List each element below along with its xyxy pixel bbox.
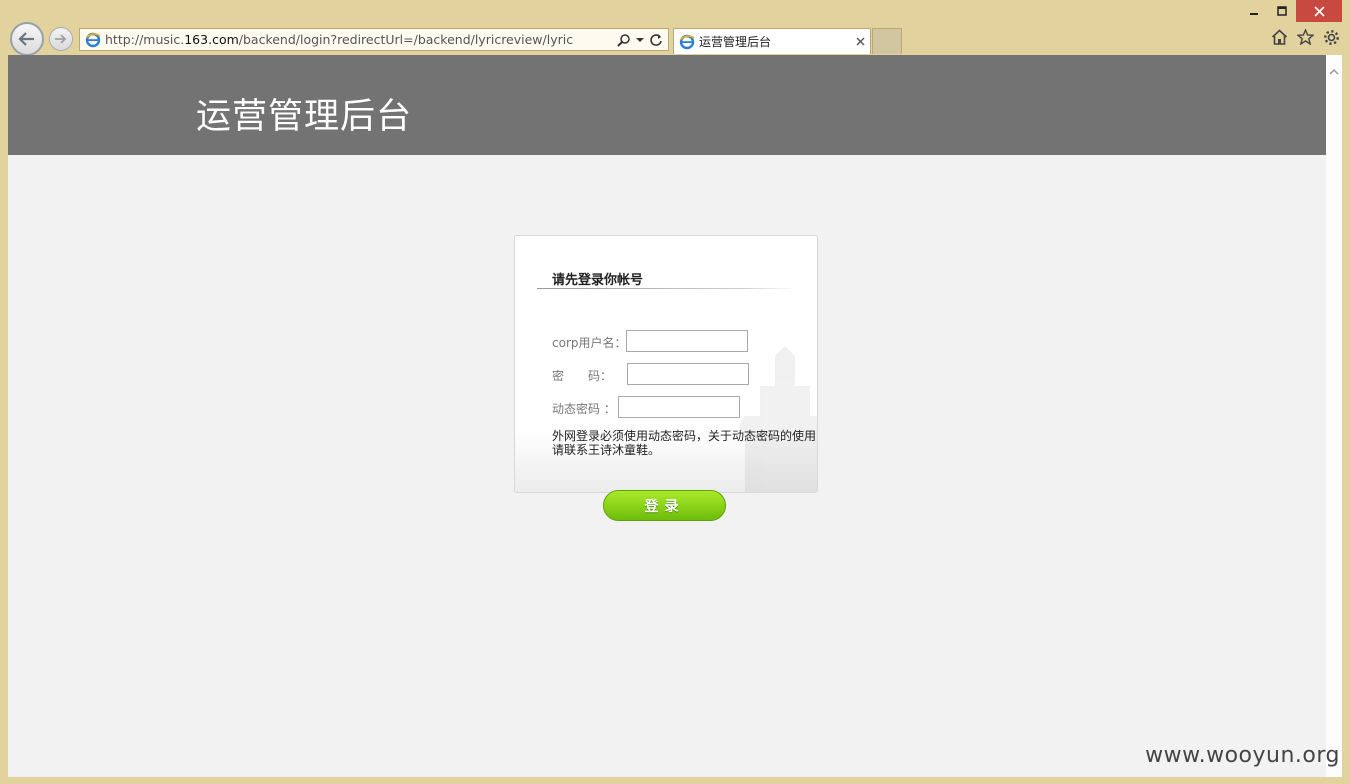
password-label: 密 码： — [552, 369, 613, 383]
address-tools — [617, 33, 668, 47]
heading-divider — [537, 288, 797, 289]
tab-close-icon[interactable] — [850, 34, 870, 50]
scroll-up-icon[interactable] — [1328, 65, 1340, 77]
arrow-right-icon — [55, 34, 67, 44]
otp-label: 动态密码 ： — [552, 402, 616, 416]
login-panel: 请先登录你帐号 corp用户名： 密 码： 动态密码 ： 外网登录必须使用动态密… — [514, 235, 818, 493]
login-heading: 请先登录你帐号 — [552, 273, 644, 288]
ie-icon — [85, 32, 101, 48]
forward-button[interactable] — [49, 27, 73, 51]
password-input[interactable] — [627, 363, 749, 385]
page-content: 运营管理后台 请先登录你帐号 corp用户名： 密 码： 动态密码 ： 外网登录… — [8, 55, 1326, 777]
maximize-icon — [1277, 6, 1287, 16]
username-input[interactable] — [626, 330, 748, 352]
browser-tab[interactable]: 运营管理后台 — [673, 28, 871, 54]
toolbar-right — [1270, 28, 1340, 46]
address-url[interactable]: http://music.163.com/backend/login?redir… — [105, 32, 617, 47]
site-header: 运营管理后台 — [8, 55, 1326, 155]
url-suffix: /backend/login?redirectUrl=/backend/lyri… — [238, 32, 574, 47]
vertical-scrollbar[interactable] — [1326, 55, 1342, 777]
favorites-star-icon[interactable] — [1296, 28, 1314, 46]
url-prefix: http://music. — [105, 32, 185, 47]
address-bar[interactable]: http://music.163.com/backend/login?redir… — [79, 28, 669, 51]
new-tab-button[interactable] — [872, 28, 902, 54]
minimize-button[interactable] — [1240, 0, 1268, 22]
wooyun-watermark: www.wooyun.org — [1145, 743, 1340, 768]
login-note: 外网登录必须使用动态密码，关于动态密码的使用请联系王诗沐童鞋。 — [552, 429, 817, 457]
site-title: 运营管理后台 — [196, 97, 413, 137]
home-icon[interactable] — [1270, 28, 1288, 46]
window-controls — [1240, 0, 1342, 22]
url-domain: 163.com — [184, 32, 239, 47]
username-label: corp用户名： — [552, 336, 627, 350]
tab-ie-icon — [679, 34, 695, 50]
arrow-left-icon — [18, 32, 34, 46]
login-button[interactable]: 登录 — [603, 490, 726, 521]
otp-input[interactable] — [618, 396, 740, 418]
close-icon — [1313, 5, 1325, 17]
tab-title: 运营管理后台 — [699, 35, 772, 49]
refresh-icon[interactable] — [649, 33, 663, 47]
chevron-down-icon[interactable] — [636, 37, 644, 43]
back-button[interactable] — [10, 22, 44, 56]
gear-icon[interactable] — [1322, 28, 1340, 46]
close-window-button[interactable] — [1296, 0, 1342, 22]
maximize-button[interactable] — [1268, 0, 1296, 22]
search-icon[interactable] — [617, 33, 631, 47]
minimize-icon — [1250, 13, 1258, 15]
